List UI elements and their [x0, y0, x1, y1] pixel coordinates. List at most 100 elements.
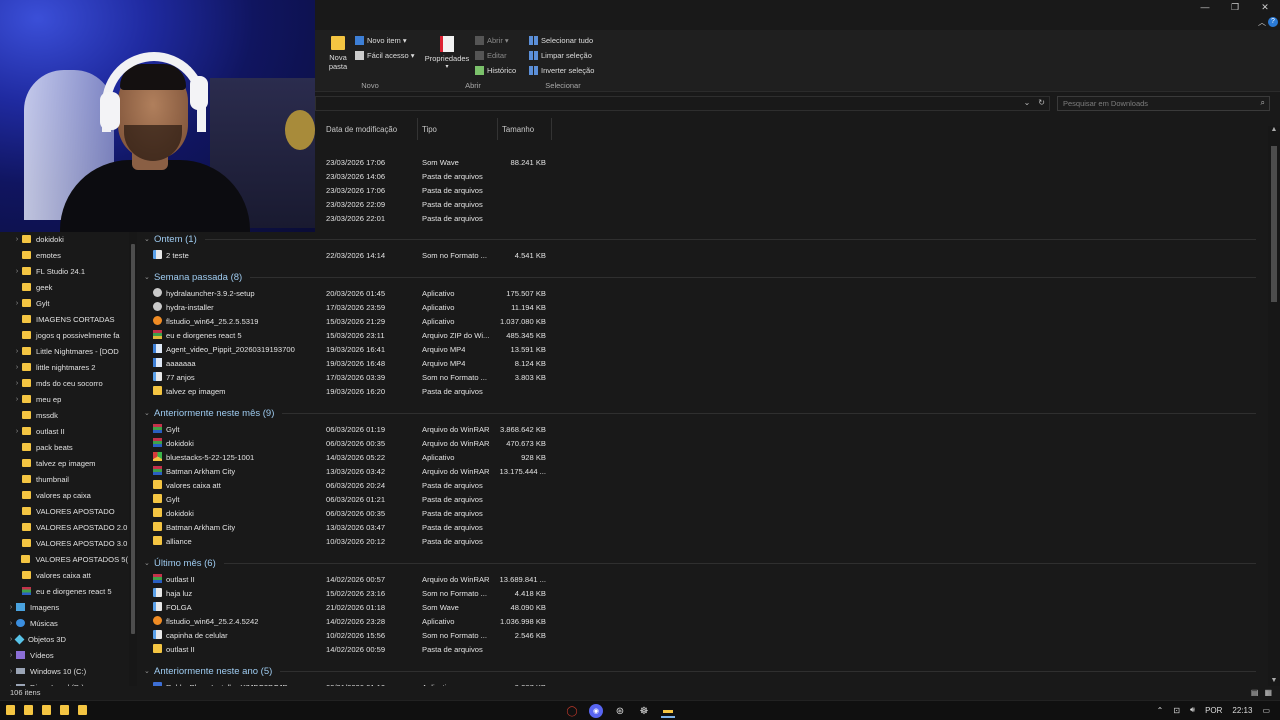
nav-item[interactable]: › Objetos 3D — [0, 632, 128, 646]
file-row[interactable]: aaaaaaa 19/03/2026 16:48 Arquivo MP4 8.124 … — [140, 356, 1260, 370]
nav-item[interactable]: › Little Nightmares - [DOD — [0, 344, 128, 358]
file-row[interactable]: dokidoki 06/03/2026 00:35 Pasta de arquivo… — [140, 506, 1260, 520]
chevron-right-icon[interactable]: › — [12, 300, 22, 307]
address-bar[interactable]: ⌄ ↻ — [315, 96, 1050, 111]
nav-scrollbar[interactable] — [129, 232, 137, 686]
tray-expand-icon[interactable]: ⌃ — [1157, 706, 1164, 715]
nav-item[interactable]: thumbnail — [0, 472, 128, 486]
nav-item[interactable]: valores caixa att — [0, 568, 128, 582]
group-header[interactable]: ⌄ Ontem (1) — [144, 231, 1256, 247]
chevron-down-icon[interactable]: ⌄ — [144, 667, 154, 675]
nav-item[interactable]: IMAGENS CORTADAS — [0, 312, 128, 326]
scroll-down-icon[interactable]: ▼ — [1268, 677, 1280, 684]
nav-item[interactable]: valores ap caixa — [0, 488, 128, 502]
nav-item[interactable]: mssdk — [0, 408, 128, 422]
nav-item[interactable]: VALORES APOSTADO — [0, 504, 128, 518]
properties-button[interactable]: Propriedades ▾ — [425, 36, 469, 72]
discord-icon[interactable]: ◉ — [589, 704, 603, 718]
folder-shortcut-icon[interactable] — [78, 705, 87, 715]
file-row[interactable]: bluestacks-5-22-125-1001 14/03/2026 05:22… — [140, 450, 1260, 464]
file-row[interactable]: Batman Arkham City 13/03/2026 03:42 Arquiv… — [140, 464, 1260, 478]
nav-item[interactable]: › meu ep — [0, 392, 128, 406]
file-row[interactable]: hydralauncher-3.9.2-setup 20/03/2026 01:4… — [140, 286, 1260, 300]
nav-item[interactable]: › little nightmares 2 — [0, 360, 128, 374]
new-item-button[interactable]: Novo item ▾ — [355, 36, 407, 45]
details-view-icon[interactable]: ▤ — [1251, 688, 1259, 697]
network-icon[interactable]: ⊡ — [1173, 706, 1180, 715]
nav-item[interactable]: › Vídeos — [0, 648, 128, 662]
nav-item[interactable]: geek — [0, 280, 128, 294]
group-header[interactable]: ⌄ Anteriormente neste ano (5) — [144, 663, 1256, 679]
chevron-right-icon[interactable]: › — [12, 428, 22, 435]
refresh-icon[interactable]: ↻ — [1038, 98, 1045, 107]
file-row[interactable]: Agent_video_Pippit_20260319193700 19/03/2… — [140, 342, 1260, 356]
chevron-down-icon[interactable]: ⌄ — [144, 409, 154, 417]
nav-item[interactable]: › Windows 10 (C:) — [0, 664, 128, 678]
file-row[interactable]: outlast II 14/02/2026 00:59 Pasta de arqui… — [140, 642, 1260, 656]
restore-button[interactable]: ❐ — [1220, 0, 1250, 14]
chevron-down-icon[interactable]: ⌄ — [144, 235, 154, 243]
file-row[interactable]: dokidoki 06/03/2026 00:35 Arquivo do WinRA… — [140, 436, 1260, 450]
chevron-down-icon[interactable]: ⌄ — [144, 559, 154, 567]
file-row[interactable]: flstudio_win64_25.2.5.5319 15/03/2026 21:… — [140, 314, 1260, 328]
edit-button[interactable]: Editar — [475, 51, 507, 60]
folder-shortcut-icon[interactable] — [42, 705, 51, 715]
column-header-type[interactable]: Tipo — [418, 118, 498, 140]
group-header[interactable]: ⌄ Último mês (6) — [144, 555, 1256, 571]
chevron-right-icon[interactable]: › — [12, 396, 22, 403]
help-icon[interactable]: ? — [1268, 17, 1278, 27]
chevron-right-icon[interactable]: › — [12, 380, 22, 387]
file-row[interactable]: hydra-installer 17/03/2026 23:59 Aplicativ… — [140, 300, 1260, 314]
nav-item[interactable]: › FL Studio 24.1 — [0, 264, 128, 278]
scroll-up-icon[interactable]: ▲ — [1268, 126, 1280, 133]
file-row[interactable]: alliance 10/03/2026 20:12 Pasta de arquivo… — [140, 534, 1260, 548]
ribbon-collapse-icon[interactable]: ︿ — [1258, 17, 1266, 28]
file-row[interactable]: 77 anjos 17/03/2026 03:39 Som no Formato .… — [140, 370, 1260, 384]
file-row[interactable]: talvez ep imagem 19/03/2026 16:20 Pasta de… — [140, 384, 1260, 398]
group-header[interactable]: ⌄ Anteriormente neste mês (9) — [144, 405, 1256, 421]
volume-icon[interactable]: 🔊︎ — [1190, 705, 1195, 715]
chevron-right-icon[interactable]: › — [12, 364, 22, 371]
chrome-icon[interactable]: ⊛ — [613, 704, 627, 718]
nav-item[interactable]: › dokidoki — [0, 232, 128, 246]
nav-scrollbar-thumb[interactable] — [131, 244, 135, 634]
chevron-right-icon[interactable]: › — [6, 604, 16, 611]
file-row[interactable]: Batman Arkham City 13/03/2026 03:47 Pasta … — [140, 520, 1260, 534]
new-folder-button[interactable]: Nova pasta — [325, 36, 351, 71]
nav-item[interactable]: › Imagens — [0, 600, 128, 614]
scrollbar-thumb[interactable] — [1271, 146, 1277, 302]
history-dropdown-icon[interactable]: ⌄ — [1024, 98, 1031, 107]
nav-item[interactable]: pack beats — [0, 440, 128, 454]
folder-shortcut-icon[interactable] — [60, 705, 69, 715]
column-header-size[interactable]: Tamanho — [498, 118, 552, 140]
nav-item[interactable]: VALORES APOSTADO 2.0 — [0, 520, 128, 534]
close-button[interactable]: ✕ — [1250, 0, 1280, 14]
file-row[interactable]: FOLGA 21/02/2026 01:18 Som Wave 48.090 KB — [140, 600, 1260, 614]
file-row[interactable]: Gylt 06/03/2026 01:19 Arquivo do WinRAR 3.8… — [140, 422, 1260, 436]
nav-item[interactable]: › Músicas — [0, 616, 128, 630]
chevron-right-icon[interactable]: › — [12, 268, 22, 275]
file-explorer-icon[interactable]: ▬ — [661, 704, 675, 718]
nav-item[interactable]: VALORES APOSTADO 3.0 — [0, 536, 128, 550]
nav-item[interactable]: › Gylt — [0, 296, 128, 310]
folder-shortcut-icon[interactable] — [6, 705, 15, 715]
nav-item[interactable]: VALORES APOSTADOS 5( — [0, 552, 128, 566]
minimize-button[interactable]: — — [1190, 0, 1220, 14]
clock[interactable]: 22:13 — [1232, 706, 1252, 715]
chevron-right-icon[interactable]: › — [6, 620, 16, 627]
clear-selection-button[interactable]: Limpar seleção — [529, 51, 592, 60]
file-row[interactable]: 2 teste 22/03/2026 14:14 Som no Formato ..… — [140, 248, 1260, 262]
notifications-icon[interactable]: ▭ — [1262, 706, 1270, 715]
group-header[interactable]: ⌄ Semana passada (8) — [144, 269, 1256, 285]
file-row[interactable]: outlast II 14/02/2026 00:57 Arquivo do Win… — [140, 572, 1260, 586]
file-row[interactable]: eu e diorgenes react 5 15/03/2026 23:11 Ar… — [140, 328, 1260, 342]
chevron-right-icon[interactable]: › — [6, 652, 16, 659]
steam-icon[interactable]: ☸ — [637, 704, 651, 718]
chevron-right-icon[interactable]: › — [6, 668, 16, 675]
nav-item[interactable]: emotes — [0, 248, 128, 262]
chevron-down-icon[interactable]: ⌄ — [144, 273, 154, 281]
file-row[interactable]: haja luz 15/02/2026 23:16 Som no Formato .… — [140, 586, 1260, 600]
file-row[interactable]: flstudio_win64_25.2.4.5242 14/02/2026 23:… — [140, 614, 1260, 628]
nav-item[interactable]: jogos q possivelmente fa — [0, 328, 128, 342]
file-row[interactable]: capinha de celular 10/02/2026 15:56 Som no… — [140, 628, 1260, 642]
